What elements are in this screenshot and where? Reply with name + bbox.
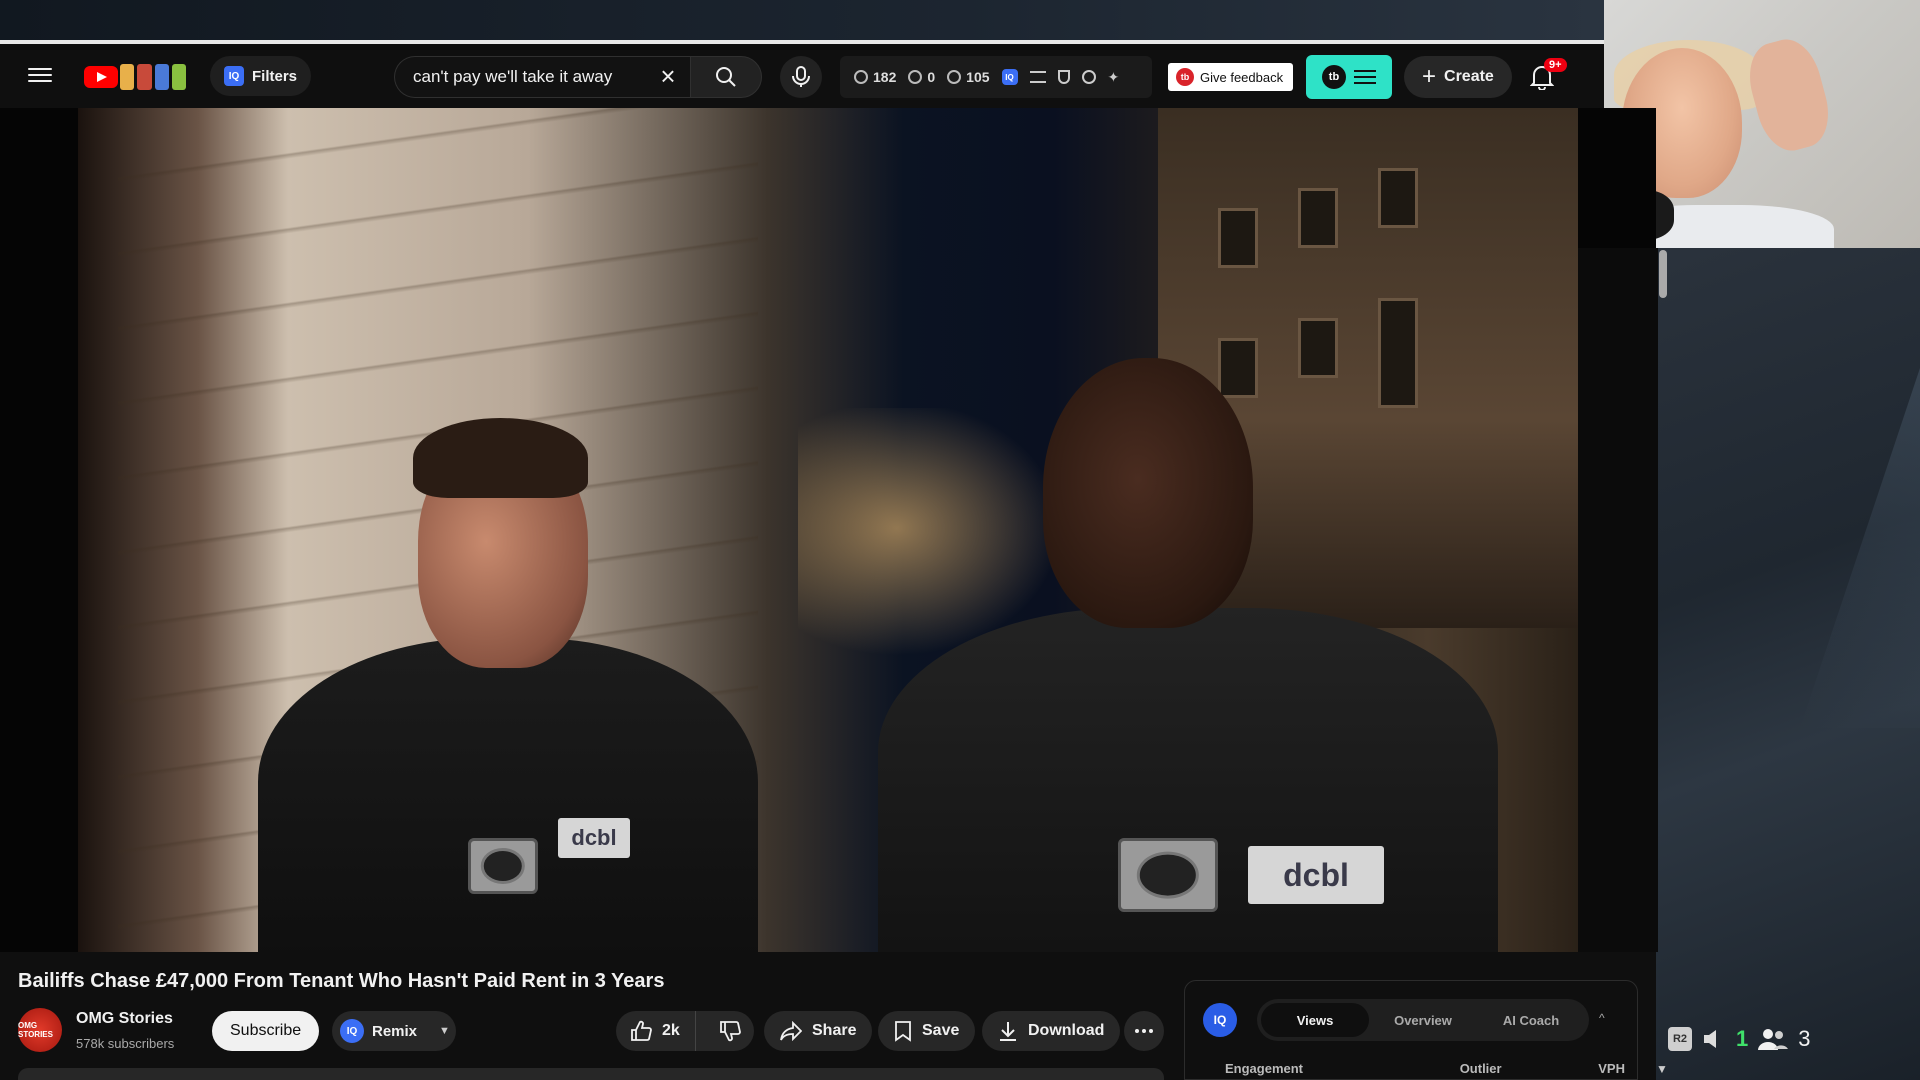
column-outlier: Outlier [1459,1061,1502,1076]
tubebuddy-menu-button[interactable]: tb [1306,55,1392,99]
bodycam-left [468,838,538,894]
iq-icon[interactable]: IQ [1001,69,1018,85]
search-icon [716,67,736,87]
video-player[interactable]: dcbl dcbl [0,108,1656,952]
dcbl-badge-right: dcbl [1248,846,1384,904]
eye-icon [947,70,962,84]
column-vph: VPH [1598,1061,1625,1076]
iq-icon: IQ [224,66,244,86]
channel-name[interactable]: OMG Stories [76,1010,173,1028]
iq-icon: IQ [340,1019,364,1043]
extension-stats-bar: 182 0 105 IQ ✦ [840,56,1152,98]
create-button[interactable]: + Create [1404,56,1512,98]
bodycam-right [1118,838,1218,912]
screen: IQ Filters can't pay we'll take it away … [0,0,1920,1080]
notification-count-badge: 9+ [1544,58,1567,72]
menu-lines-icon [1354,66,1376,88]
list-icon[interactable] [1029,71,1046,83]
tab-ai-coach[interactable]: AI Coach [1477,1003,1585,1037]
search-value: can't pay we'll take it away [413,67,613,86]
video-person-left: dcbl [238,408,758,952]
collapse-icon[interactable]: ^ [1599,1011,1605,1025]
video-person-right: dcbl [858,358,1498,952]
watch-time-stat: 182 [854,69,896,85]
page-margin [1578,248,1658,952]
video-frame: dcbl dcbl [78,108,1578,952]
remix-label: Remix [372,1022,418,1040]
stream-overlay-stats: R2 1 3 [1668,1024,1920,1054]
download-icon [1000,1022,1016,1041]
give-feedback-label: Give feedback [1200,69,1284,85]
people-icon [1758,1029,1789,1050]
iq-columns: Engagement Outlier VPH [1225,1061,1625,1076]
save-button[interactable]: Save [878,1011,976,1051]
webcam-hand [1740,32,1838,158]
youtube-header: IQ Filters can't pay we'll take it away … [0,44,1604,108]
filters-label: Filters [252,67,298,85]
more-actions-button[interactable] [1124,1011,1164,1051]
tab-overview[interactable]: Overview [1369,1003,1477,1037]
download-button[interactable]: Download [982,1011,1121,1051]
share-icon [780,1021,802,1041]
trophy-icon[interactable] [1057,70,1070,84]
iq-tab-bar: Views Overview AI Coach [1257,999,1589,1041]
share-button[interactable]: Share [764,1011,873,1051]
subscriber-count: 578k subscribers [76,1036,175,1051]
voice-search-button[interactable] [780,56,822,98]
views-stat: 105 [947,69,990,85]
eye-icon [908,70,923,84]
viewer-count: 3 [1798,1026,1811,1051]
column-engagement: Engagement [1225,1061,1304,1076]
dislike-button[interactable] [706,1011,754,1051]
r2-icon: R2 [1668,1027,1692,1051]
iq-logo-icon: IQ [1203,1003,1237,1037]
dcbl-badge-left: dcbl [558,818,630,858]
download-label: Download [1028,1022,1105,1039]
video-title: Bailiffs Chase £47,000 From Tenant Who H… [18,970,665,992]
menu-icon[interactable] [28,64,52,88]
page-scrollbar[interactable] [1659,250,1667,298]
clear-search-icon[interactable]: × [656,63,680,89]
like-button[interactable]: 2k [616,1011,697,1051]
stream-top-strip [0,0,1604,40]
tubebuddy-logo-icon: tb [1322,65,1346,89]
tubebuddy-icon: tb [1176,68,1194,86]
remix-button[interactable]: IQ Remix ▼ [332,1011,456,1051]
clock-icon [854,70,868,84]
filters-button[interactable]: IQ Filters [210,56,312,96]
hidden-stat: 0 [908,69,935,85]
subscribe-button[interactable]: Subscribe [212,1011,320,1051]
like-count: 2k [662,1022,680,1039]
search-button[interactable] [690,56,762,98]
give-feedback-button[interactable]: tb Give feedback [1168,63,1294,91]
sparkle-icon[interactable]: ✦ [1108,69,1120,86]
thumbs-down-icon [720,1021,742,1042]
microphone-icon [792,66,810,87]
video-window [1378,168,1418,228]
search-input[interactable]: can't pay we'll take it away [394,56,690,98]
tab-views[interactable]: Views [1261,1003,1369,1037]
green-count: 1 [1736,1026,1749,1051]
description-box[interactable] [18,1068,1164,1080]
youtube-logo-icon[interactable] [84,66,118,88]
video-window [1218,208,1258,268]
plus-icon: + [1422,63,1437,90]
chat-icon[interactable] [1081,70,1096,84]
thumbs-up-icon [631,1020,652,1041]
speaker-icon [1704,1030,1716,1048]
share-label: Share [812,1022,857,1039]
video-window [1298,188,1338,248]
youtube-doodle-icon[interactable] [120,64,186,90]
bookmark-icon [895,1021,911,1042]
save-label: Save [922,1022,960,1039]
iq-analytics-panel: IQ Views Overview AI Coach ^ Engagement … [1184,980,1638,1080]
like-dislike-group: 2k [616,1011,754,1051]
channel-avatar[interactable]: OMG STORIES [18,1008,62,1052]
chevron-down-icon[interactable]: ▼ [439,1025,450,1037]
create-label: Create [1444,68,1494,85]
scroll-down-icon[interactable]: ▼ [1656,1062,1668,1076]
